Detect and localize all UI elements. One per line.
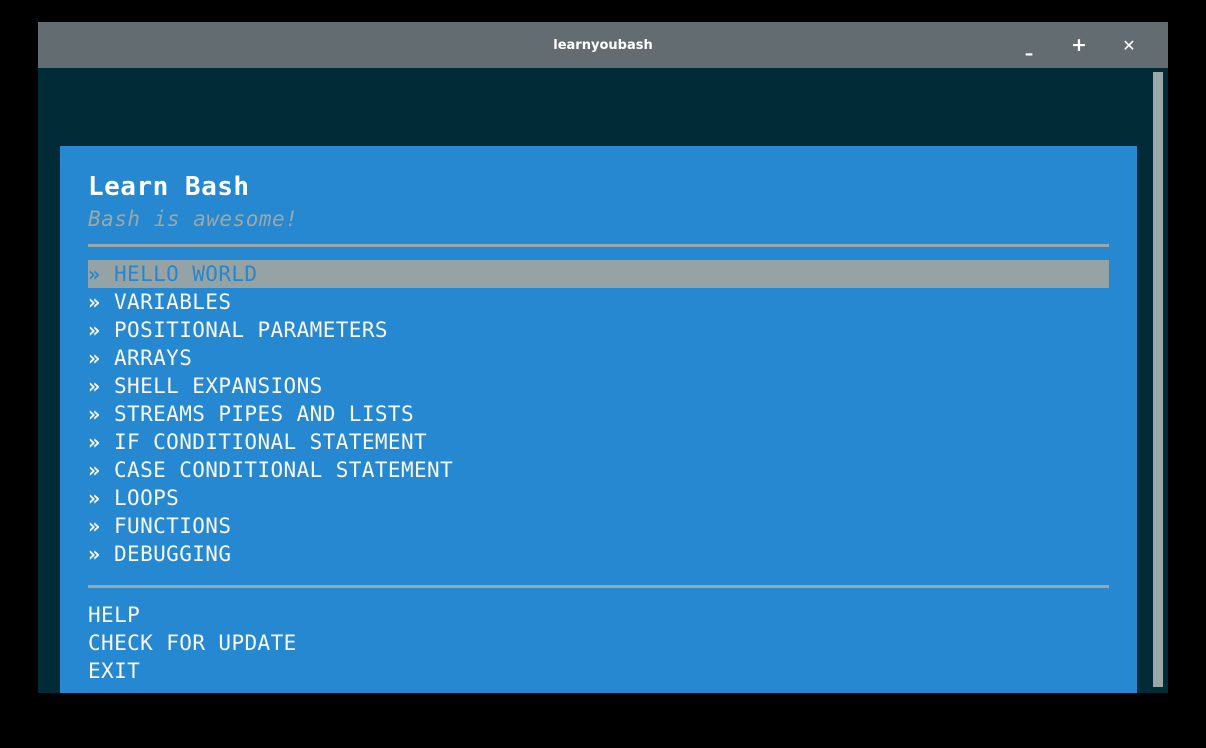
menu-item-label: FUNCTIONS xyxy=(114,514,232,538)
menu-item-label: DEBUGGING xyxy=(114,542,232,566)
menu-item-label: STREAMS PIPES AND LISTS xyxy=(114,402,414,426)
menu-item-loops[interactable]: » LOOPS xyxy=(88,484,1109,512)
divider-bottom xyxy=(88,585,1109,588)
window-controls: – + ✕ xyxy=(1004,22,1154,68)
menu-item-label: HELLO WORLD xyxy=(114,262,258,286)
vertical-scrollbar[interactable] xyxy=(1153,72,1163,689)
footer-menu: HELP CHECK FOR UPDATE EXIT xyxy=(88,601,1109,685)
menu-item-label: VARIABLES xyxy=(114,290,232,314)
menu-item-streams-pipes-and-lists[interactable]: » STREAMS PIPES AND LISTS xyxy=(88,400,1109,428)
application-window: learnyoubash – + ✕ Learn Bash Bash is aw… xyxy=(38,22,1168,693)
page-title: Learn Bash xyxy=(88,172,250,202)
menu-item-arrays[interactable]: » ARRAYS xyxy=(88,344,1109,372)
window-body: Learn Bash Bash is awesome! » HELLO WORLD… xyxy=(38,68,1168,693)
chevron-right-icon: » xyxy=(88,542,101,566)
menu-item-hello-world[interactable]: » HELLO WORLD xyxy=(88,260,1109,288)
footer-item-help[interactable]: HELP xyxy=(88,601,1109,629)
menu-item-debugging[interactable]: » DEBUGGING xyxy=(88,540,1109,568)
maximize-icon[interactable]: + xyxy=(1054,22,1104,68)
chevron-right-icon: » xyxy=(88,262,101,286)
chevron-right-icon: » xyxy=(88,430,101,454)
chevron-right-icon: » xyxy=(88,402,101,426)
menu-item-label: ARRAYS xyxy=(114,346,193,370)
menu-item-label: IF CONDITIONAL STATEMENT xyxy=(114,430,428,454)
chevron-right-icon: » xyxy=(88,374,101,398)
menu-item-if-conditional-statement[interactable]: » IF CONDITIONAL STATEMENT xyxy=(88,428,1109,456)
menu-item-label: POSITIONAL PARAMETERS xyxy=(114,318,388,342)
scrollbar-thumb[interactable] xyxy=(1153,72,1163,687)
menu-item-label: SHELL EXPANSIONS xyxy=(114,374,323,398)
title-bar[interactable]: learnyoubash – + ✕ xyxy=(38,22,1168,68)
divider-top xyxy=(88,244,1109,247)
chevron-right-icon: » xyxy=(88,290,101,314)
menu-item-label: LOOPS xyxy=(114,486,180,510)
window-title: learnyoubash xyxy=(553,37,653,53)
menu-item-shell-expansions[interactable]: » SHELL EXPANSIONS xyxy=(88,372,1109,400)
menu-item-case-conditional-statement[interactable]: » CASE CONDITIONAL STATEMENT xyxy=(88,456,1109,484)
close-icon[interactable]: ✕ xyxy=(1104,22,1154,68)
chevron-right-icon: » xyxy=(88,458,101,482)
page-subtitle: Bash is awesome! xyxy=(88,207,299,231)
menu-item-label: CASE CONDITIONAL STATEMENT xyxy=(114,458,454,482)
chevron-right-icon: » xyxy=(88,346,101,370)
menu-item-positional-parameters[interactable]: » POSITIONAL PARAMETERS xyxy=(88,316,1109,344)
menu-item-functions[interactable]: » FUNCTIONS xyxy=(88,512,1109,540)
minimize-icon[interactable]: – xyxy=(1004,22,1054,68)
footer-item-exit[interactable]: EXIT xyxy=(88,657,1109,685)
chevron-right-icon: » xyxy=(88,486,101,510)
chevron-right-icon: » xyxy=(88,318,101,342)
footer-item-check-for-update[interactable]: CHECK FOR UPDATE xyxy=(88,629,1109,657)
chevron-right-icon: » xyxy=(88,514,101,538)
menu-item-variables[interactable]: » VARIABLES xyxy=(88,288,1109,316)
lesson-menu: » HELLO WORLD » VARIABLES » POSITIONAL PARAME… xyxy=(88,260,1109,568)
main-panel: Learn Bash Bash is awesome! » HELLO WORLD… xyxy=(60,146,1137,693)
